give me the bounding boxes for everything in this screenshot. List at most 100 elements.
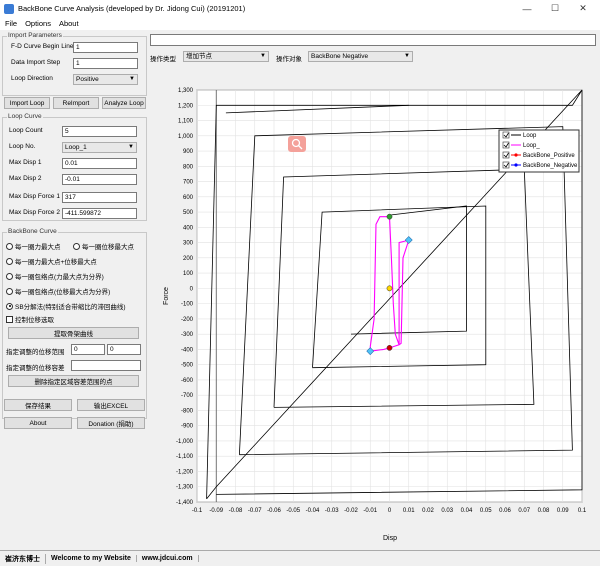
x-tick-label: -0.09 <box>209 508 223 514</box>
checkbox-box <box>6 315 13 323</box>
op-target-select[interactable]: BackBone Negative ▼ <box>308 51 413 62</box>
hysteresis-chart[interactable]: -0.1 -0.09 -0.08 -0.07 -0.06 -0.05 -0.04 -0.03-… <box>150 70 600 550</box>
status-bar: 崔济东博士 Welcome to my Website www.jdcui.co… <box>0 550 600 566</box>
max-disp2-input[interactable]: -0.01 <box>62 174 137 185</box>
max-disp2-label: Max Disp 2 <box>9 175 42 182</box>
loop-direction-label: Loop Direction <box>11 75 53 82</box>
loop-direction-select[interactable]: Positive ▼ <box>73 74 138 85</box>
legend-label: Loop_ <box>523 143 540 149</box>
status-welcome[interactable]: Welcome to my Website <box>46 555 137 562</box>
max-force2-label: Max Disp Force 2 <box>9 209 60 216</box>
disp-range-from-input[interactable]: 0 <box>71 344 105 355</box>
y-tick-label: -1,400 <box>176 500 194 506</box>
y-tick-label: -400 <box>181 347 194 353</box>
radio-force-max[interactable]: 每一圈力最大点 <box>6 241 61 251</box>
radio-envelope-force[interactable]: 每一圈包络点(力最大点为分界) <box>6 271 104 281</box>
chevron-down-icon: ▼ <box>404 53 410 59</box>
x-axis-label: Disp <box>383 535 397 542</box>
close-icon[interactable]: ✕ <box>572 0 594 17</box>
menu-file[interactable]: File <box>5 19 17 28</box>
op-target-label: 操作对象 <box>276 56 302 63</box>
zoom-icon[interactable] <box>288 136 306 152</box>
x-tick-label: -0.02 <box>344 508 358 514</box>
max-force2-input[interactable]: -411.599872 <box>62 208 137 219</box>
x-tick-label: 0.06 <box>499 508 511 514</box>
export-excel-button[interactable]: 输出EXCEL <box>77 399 145 411</box>
radio-label: SB分解法(特别适合带缩比的滞回曲线) <box>15 304 126 311</box>
y-tick-label: 1,200 <box>178 103 194 109</box>
radio-label: 每一圈力最大点 <box>15 244 61 251</box>
y-tick-label: 700 <box>183 180 194 186</box>
legend-label: Loop <box>523 133 537 139</box>
y-tick-label: -600 <box>181 378 194 384</box>
radio-disp-max[interactable]: 每一圈位移最大点 <box>73 241 134 251</box>
op-target-value: BackBone Negative <box>311 53 369 60</box>
x-tick-label: 0.02 <box>422 508 434 514</box>
group-title: BackBone Curve <box>7 228 58 235</box>
y-tick-label: 200 <box>183 256 194 262</box>
backbone-marker[interactable] <box>386 213 393 220</box>
radio-dot <box>6 242 13 250</box>
extract-backbone-button[interactable]: 提取骨架曲线 <box>8 327 139 339</box>
status-site[interactable]: www.jdcui.com <box>137 555 199 562</box>
title-bar: BackBone Curve Analysis (developed by Dr… <box>0 0 600 17</box>
top-text-input[interactable] <box>150 34 596 46</box>
save-results-button[interactable]: 保存结果 <box>4 399 72 411</box>
max-force1-input[interactable]: 317 <box>62 192 137 203</box>
y-ticks: 1,300 1,200 1,100 1,000 900 800 700 600 500 400 30… <box>176 88 194 506</box>
y-tick-label: -1,100 <box>176 454 194 460</box>
maximize-icon[interactable]: ☐ <box>544 0 566 17</box>
radio-envelope-disp[interactable]: 每一圈包络点(位移最大点为分界) <box>6 286 110 296</box>
radio-sb-method[interactable]: SB分解法(特别适合带缩比的滞回曲线) <box>6 301 126 311</box>
x-tick-label: -0.01 <box>363 508 377 514</box>
y-tick-label: -500 <box>181 363 194 369</box>
donation-button[interactable]: Donation (捐助) <box>77 417 145 429</box>
y-tick-label: 1,300 <box>178 88 194 94</box>
disp-tolerance-input[interactable] <box>71 360 141 371</box>
y-tick-label: -800 <box>181 408 194 414</box>
backbone-marker[interactable] <box>386 285 393 292</box>
radio-dot <box>6 272 13 280</box>
legend-label: BackBone_Negative <box>523 163 578 169</box>
y-tick-label: -1,300 <box>176 485 194 491</box>
y-tick-label: -1,200 <box>176 469 194 475</box>
y-tick-label: 100 <box>183 271 194 277</box>
control-disp-checkbox[interactable]: 控制位移选取 <box>6 314 54 324</box>
delete-points-button[interactable]: 删除指定区域容差范围的点 <box>8 375 139 387</box>
y-tick-label: 600 <box>183 195 194 201</box>
zoom-icon-bg <box>288 136 306 152</box>
chevron-down-icon: ▼ <box>129 76 135 82</box>
x-tick-label: -0.04 <box>306 508 320 514</box>
y-tick-label: 800 <box>183 164 194 170</box>
loop-count-label: Loop Count <box>9 127 43 134</box>
chevron-down-icon: ▼ <box>260 53 266 59</box>
menu-options[interactable]: Options <box>25 19 51 28</box>
begin-line-input[interactable]: 1 <box>73 42 138 53</box>
legend: Loop Loop_ BackBone_Positive BackBone_Negat… <box>498 129 580 173</box>
max-disp1-input[interactable]: 0.01 <box>62 158 137 169</box>
legend-marker <box>514 153 518 157</box>
reimport-button[interactable]: ReImport <box>53 97 99 109</box>
x-tick-label: -0.07 <box>248 508 262 514</box>
y-tick-label: 0 <box>190 286 194 292</box>
analyze-loop-button[interactable]: Analyze Loop <box>102 97 146 109</box>
app-window: BackBone Curve Analysis (developed by Dr… <box>0 0 600 566</box>
status-author: 崔济东博士 <box>0 553 46 564</box>
max-force1-label: Max Disp Force 1 <box>9 193 60 200</box>
y-tick-label: 400 <box>183 225 194 231</box>
backbone-marker[interactable] <box>386 345 393 351</box>
import-loop-button[interactable]: Import Loop <box>4 97 50 109</box>
x-tick-label: 0.04 <box>461 508 473 514</box>
menu-about[interactable]: About <box>59 19 79 28</box>
radio-label: 每一圈力最大点+位移最大点 <box>15 259 97 266</box>
loop-count-input[interactable]: 5 <box>62 126 137 137</box>
minimize-icon[interactable]: — <box>516 0 538 17</box>
radio-label: 每一圈包络点(力最大点为分界) <box>15 274 104 281</box>
left-panel: Import Parameters F-D Curve Begin Line 1… <box>0 30 150 550</box>
import-step-input[interactable]: 1 <box>73 58 138 69</box>
op-type-select[interactable]: 增加节点 ▼ <box>183 51 269 62</box>
loop-no-select[interactable]: Loop_1 ▼ <box>62 142 137 153</box>
about-button[interactable]: About <box>4 417 72 429</box>
disp-range-to-input[interactable]: 0 <box>107 344 141 355</box>
radio-force-disp-max[interactable]: 每一圈力最大点+位移最大点 <box>6 256 97 266</box>
